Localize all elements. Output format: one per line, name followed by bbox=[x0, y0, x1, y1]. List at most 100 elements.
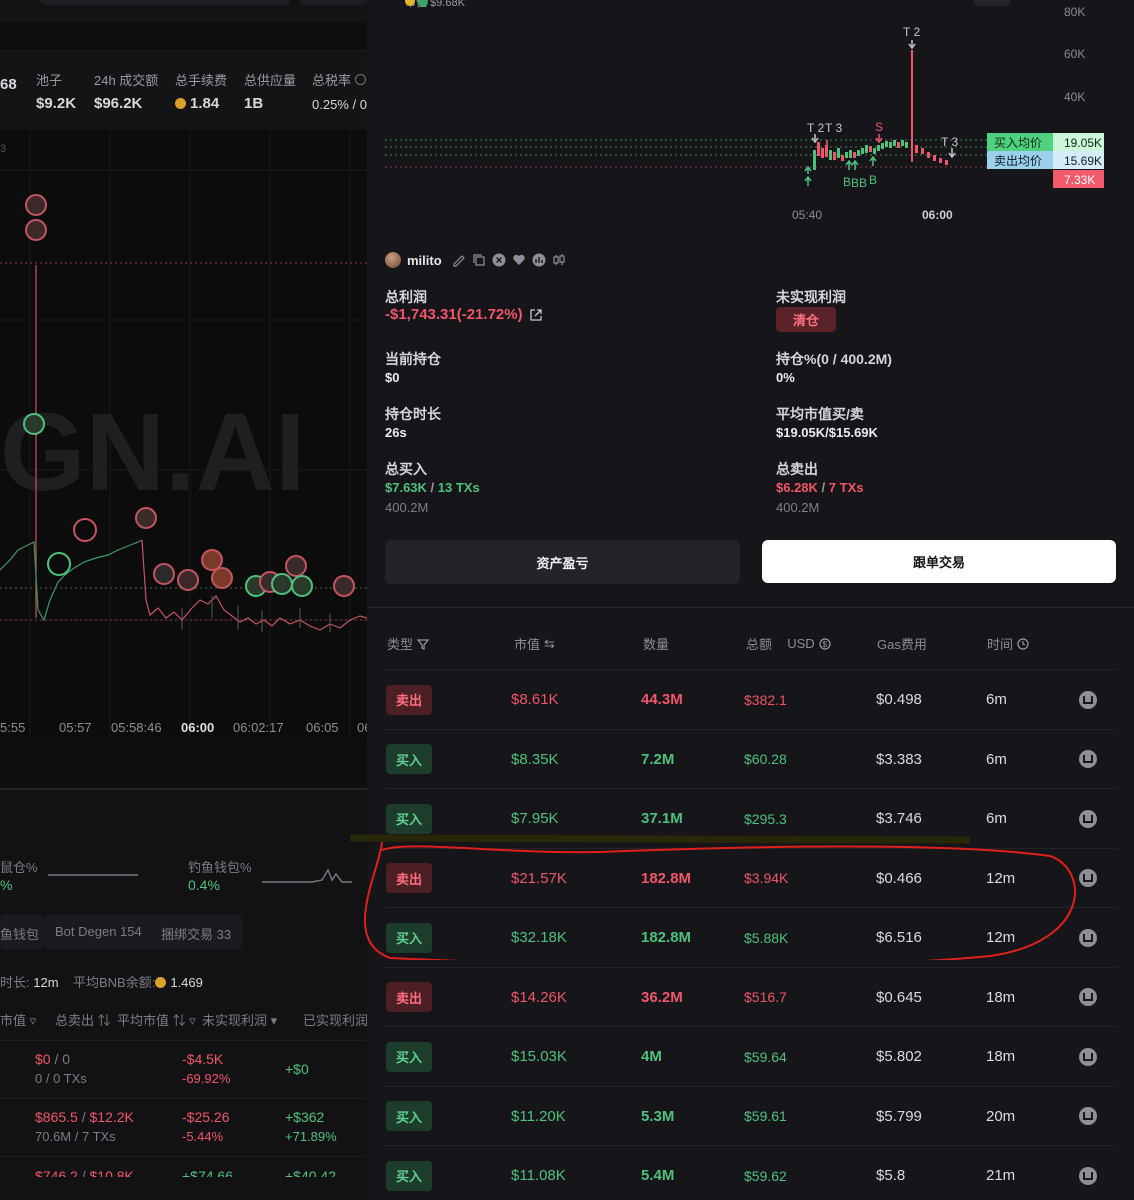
trade-marker[interactable] bbox=[177, 569, 199, 591]
x-twitter-icon[interactable] bbox=[492, 253, 506, 267]
total-cell: $59.62 bbox=[744, 1167, 787, 1184]
explorer-link-icon[interactable] bbox=[1079, 1107, 1097, 1125]
col-header-unrealized[interactable]: 未实现利润 ▾ bbox=[202, 1010, 277, 1029]
currency-toggle-icon[interactable]: $ bbox=[819, 637, 831, 650]
time-cell: 20m bbox=[986, 1107, 1016, 1125]
col-header-type[interactable]: 类型 bbox=[387, 634, 430, 653]
heart-icon[interactable] bbox=[512, 253, 526, 267]
time-cell: 18m bbox=[986, 1048, 1016, 1065]
copy-trade-button[interactable]: 跟单交易 bbox=[762, 540, 1116, 583]
stat-holders: 68 bbox=[0, 70, 17, 93]
badge-buy-avg-value: 19.05K bbox=[1064, 136, 1102, 150]
filter-tag-bot[interactable]: Bot Degen 154 bbox=[55, 924, 142, 939]
stat-value-text: 1.84 bbox=[190, 95, 220, 112]
copy-icon[interactable] bbox=[472, 253, 486, 267]
filter-tag-bundle[interactable]: 捆绑交易 33 bbox=[161, 924, 231, 943]
clear-position-button[interactable]: 清仓 bbox=[776, 307, 836, 332]
type-badge: 买入 bbox=[386, 1101, 432, 1131]
trader-detail-panel: 市值 $9.68K T 2 T 2 T 3 T 3 S B B B B 80K … bbox=[350, 0, 1134, 1200]
col-header-realized[interactable]: 已实现利润 bbox=[303, 1010, 367, 1029]
table-row[interactable]: 卖出 $8.61K 44.3M $382.1 $0.498 6m bbox=[385, 669, 1116, 728]
swap-icon[interactable]: ⇆ bbox=[544, 636, 555, 652]
explorer-link-icon[interactable] bbox=[1079, 750, 1097, 768]
filter-icon[interactable] bbox=[417, 638, 430, 650]
info-icon[interactable] bbox=[354, 74, 366, 85]
trade-marker[interactable] bbox=[73, 518, 97, 542]
table-row[interactable]: 买入 $11.08K 5.4M $59.62 $5.8 21m bbox=[385, 1145, 1116, 1200]
table-row[interactable]: 买入 $11.20K 5.3M $59.61 $5.799 20m bbox=[385, 1085, 1116, 1146]
marker-t2-label: T 2 bbox=[807, 121, 824, 135]
col-header-avg-mcap[interactable]: 平均市值 ⇅ ▿ bbox=[117, 1010, 196, 1029]
stat-value: 0.25% / 0 bbox=[312, 97, 367, 112]
gas-cell: $5.799 bbox=[876, 1107, 922, 1125]
avg-mcap-value: $19.05K/$15.69K bbox=[776, 425, 878, 440]
toolbar-edge[interactable] bbox=[300, 0, 367, 5]
explorer-link-icon[interactable] bbox=[1079, 1166, 1097, 1185]
table-row[interactable]: 买入 $8.35K 7.2M $60.28 $3.383 6m bbox=[385, 728, 1116, 788]
search-bar-edge[interactable] bbox=[40, 0, 290, 5]
col-header-gas: Gas费用 bbox=[877, 637, 927, 652]
app-root: 68 池子 $9.2K 24h 成交额 $96.2K 总手续费 1.84 总供应… bbox=[0, 0, 1134, 1200]
trade-marker[interactable] bbox=[135, 507, 157, 529]
holder-row-unrealized: -$4.5K bbox=[182, 1051, 224, 1067]
tx-link-cell bbox=[1079, 670, 1097, 729]
trade-marker[interactable] bbox=[291, 575, 313, 597]
trade-marker[interactable] bbox=[25, 194, 47, 216]
holder-row-realized-pct: +71.89% bbox=[285, 1129, 337, 1144]
trade-marker[interactable] bbox=[23, 413, 45, 435]
total-buy-value: $7.63K / 13 TXs bbox=[385, 480, 480, 495]
explorer-link-icon[interactable] bbox=[1079, 1047, 1097, 1066]
type-cell: 买入 bbox=[386, 1146, 432, 1200]
marker-s-label: S bbox=[875, 120, 883, 134]
external-link-icon[interactable] bbox=[529, 308, 543, 322]
time-cell: 6m bbox=[986, 691, 1007, 708]
time-cell: 21m bbox=[986, 1167, 1016, 1184]
mcap-cell: $8.61K bbox=[511, 691, 559, 708]
holder-row-sold: $0 / 0 bbox=[35, 1051, 71, 1067]
explorer-link-icon[interactable] bbox=[1079, 988, 1097, 1006]
table-row[interactable]: 买入 $15.03K 4M $59.64 $5.802 18m bbox=[385, 1026, 1116, 1085]
trader-mini-chart[interactable]: 市值 $9.68K T 2 T 2 T 3 T 3 S B B B B 80K … bbox=[367, 0, 1134, 230]
table-row[interactable]: 卖出 $14.26K 36.2M $516.7 $0.645 18m bbox=[385, 966, 1116, 1026]
trade-marker[interactable] bbox=[47, 552, 71, 576]
explorer-link-icon[interactable] bbox=[1079, 690, 1097, 709]
price-chart[interactable]: 3 GN.AI bbox=[0, 130, 367, 740]
marker-t3-label: T 3 bbox=[825, 121, 842, 135]
explorer-link-icon[interactable] bbox=[1079, 809, 1097, 828]
col-header-sold[interactable]: 总卖出 ⇅ bbox=[55, 1010, 111, 1029]
filter-tag-fish[interactable]: 鱼钱包 bbox=[0, 924, 39, 943]
col-header-mcap[interactable]: 市值 ⇆ bbox=[514, 634, 555, 653]
tx-link-cell bbox=[1079, 1087, 1097, 1146]
trade-marker[interactable] bbox=[211, 567, 233, 589]
col-header-mcap[interactable]: 市值 ▿ bbox=[0, 1010, 36, 1029]
asset-pnl-button[interactable]: 资产盈亏 bbox=[385, 540, 740, 584]
qty-cell: 5.4M bbox=[641, 1167, 675, 1184]
type-badge: 卖出 bbox=[386, 684, 432, 715]
holder-row-realized: +$362 bbox=[285, 1109, 325, 1125]
trade-marker[interactable] bbox=[333, 575, 355, 597]
chart-toggle[interactable] bbox=[974, 0, 1010, 6]
trade-marker[interactable] bbox=[153, 563, 175, 585]
edit-icon[interactable] bbox=[452, 253, 466, 267]
stat-fees: 总手续费 1.84 bbox=[175, 70, 227, 112]
stat-label: 总税率 bbox=[312, 70, 367, 89]
holding-label: 当前持仓 bbox=[385, 351, 441, 367]
total-profit-amount: -$1,743.31(-21.72%) bbox=[385, 306, 523, 323]
trader-name[interactable]: milito bbox=[407, 253, 442, 268]
y-axis-tick: 40K bbox=[1064, 90, 1085, 104]
col-header-time[interactable]: 时间 bbox=[987, 634, 1029, 653]
mcap-cell: $8.35K bbox=[511, 750, 559, 768]
row-divider bbox=[0, 1040, 367, 1041]
avatar[interactable] bbox=[385, 252, 401, 268]
bnb-coin-icon bbox=[175, 98, 186, 109]
col-header-total[interactable]: 总额 USD $ bbox=[746, 634, 831, 653]
candlestick-icon[interactable] bbox=[552, 253, 566, 267]
chart-link-icon[interactable] bbox=[532, 253, 546, 267]
trade-marker[interactable] bbox=[25, 219, 47, 241]
trade-marker[interactable] bbox=[285, 555, 307, 577]
trade-marker[interactable] bbox=[271, 573, 293, 595]
clock-icon[interactable] bbox=[1017, 637, 1029, 650]
hold-time-value: 26s bbox=[385, 425, 407, 440]
total-sell-label: 总卖出 bbox=[776, 461, 818, 477]
trade-marker[interactable] bbox=[201, 549, 223, 571]
